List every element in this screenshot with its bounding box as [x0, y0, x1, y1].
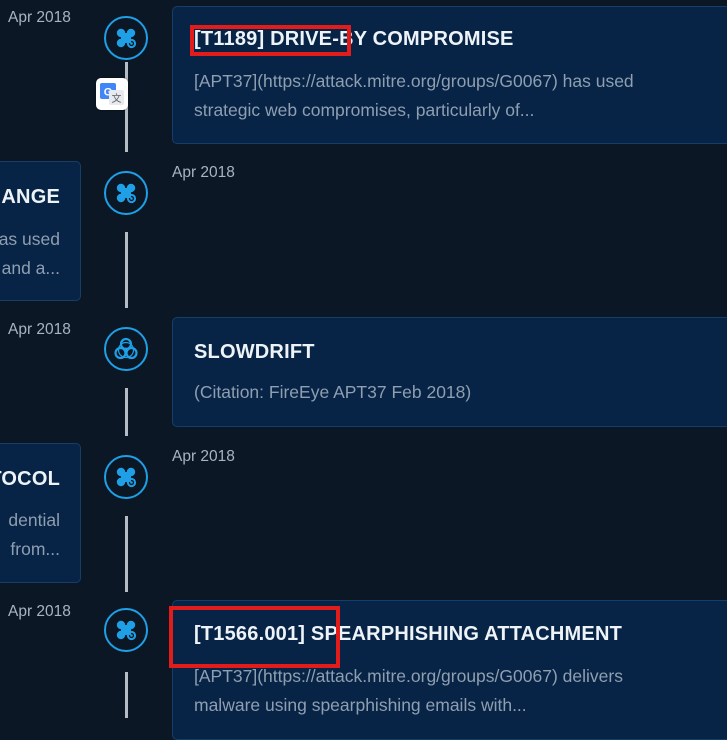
timeline-connector: [125, 232, 128, 308]
card-title[interactable]: SLOWDRIFT: [194, 341, 315, 364]
timeline-card[interactable]: SLOWDRIFT (Citation: FireEye APT37 Feb 2…: [172, 317, 727, 427]
card-title[interactable]: TOCOL: [0, 468, 60, 491]
technique-glyph: [116, 620, 137, 641]
timeline-connector: [125, 672, 128, 718]
technique-icon[interactable]: [104, 171, 148, 215]
technique-glyph: [116, 467, 137, 488]
timeline-connector: [125, 516, 128, 592]
technique-icon[interactable]: [104, 16, 148, 60]
technique-icon[interactable]: [104, 608, 148, 652]
card-title[interactable]: HANGE: [0, 186, 60, 209]
timeline-connector: [125, 388, 128, 436]
google-translate-glyph: G 文: [100, 83, 124, 105]
google-translate-icon[interactable]: G 文: [96, 78, 128, 110]
entry-date: Apr 2018: [172, 448, 235, 465]
technique-icon[interactable]: [104, 455, 148, 499]
biohazard-icon[interactable]: [104, 327, 148, 371]
technique-glyph: [116, 28, 137, 49]
technique-glyph: [116, 183, 137, 204]
timeline-card[interactable]: HANGE as used and a...: [0, 161, 81, 301]
biohazard-glyph: [114, 337, 138, 360]
annotation-highlight-box: [190, 25, 351, 56]
card-description-line: dential: [8, 510, 60, 530]
card-description-line: [APT37](https://attack.mitre.org/groups/…: [194, 71, 634, 91]
svg-text:文: 文: [112, 92, 122, 105]
card-description-line: strategic web compromises, particularly …: [194, 100, 535, 120]
card-description-line: malware using spearphishing emails with.…: [194, 695, 527, 715]
card-description-line: and a...: [1, 258, 60, 278]
annotation-highlight-box: [169, 606, 340, 668]
entry-date: Apr 2018: [8, 603, 71, 620]
entry-date: Apr 2018: [8, 9, 71, 26]
entry-date: Apr 2018: [8, 321, 71, 338]
card-description-line: from...: [10, 539, 60, 559]
card-description-line: (Citation: FireEye APT37 Feb 2018): [194, 382, 472, 402]
timeline-card[interactable]: TOCOL dential from...: [0, 443, 81, 583]
entry-date: Apr 2018: [172, 164, 235, 181]
card-description-line: as used: [0, 229, 60, 249]
